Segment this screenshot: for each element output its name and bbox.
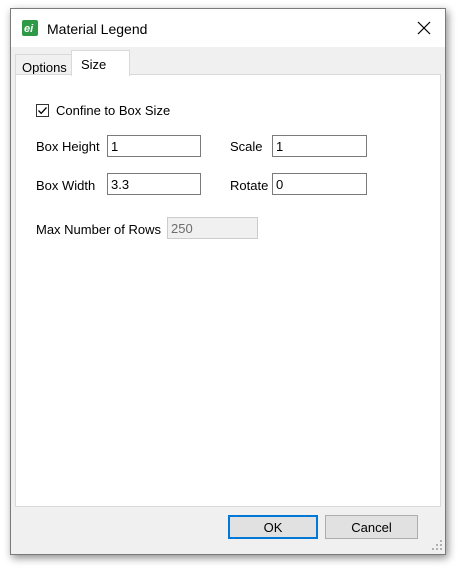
scale-label: Scale [230, 139, 263, 154]
app-logo-icon: ei [22, 20, 38, 36]
title-bar[interactable]: ei Material Legend [11, 9, 445, 47]
max-rows-label: Max Number of Rows [36, 222, 161, 237]
close-button[interactable] [403, 9, 445, 47]
checkmark-icon [38, 107, 47, 115]
max-rows-input [167, 217, 258, 239]
tab-size[interactable]: Size [71, 50, 130, 76]
rotate-label: Rotate [230, 178, 269, 193]
close-icon [417, 21, 431, 35]
svg-text:ei: ei [24, 23, 34, 35]
confine-to-box-size-checkbox[interactable] [36, 104, 49, 117]
tab-options[interactable]: Options [15, 54, 72, 75]
cancel-button[interactable]: Cancel [325, 515, 418, 539]
size-tab-panel: Confine to Box Size Box Height Scale Box… [15, 74, 441, 507]
box-width-label: Box Width [36, 178, 96, 193]
dialog-window: ei Material Legend Options Size Confine … [10, 8, 446, 555]
box-height-input[interactable] [107, 135, 201, 157]
tab-strip: Options Size [11, 47, 445, 76]
box-height-label: Box Height [36, 139, 100, 154]
resize-grip-icon[interactable] [431, 539, 443, 551]
window-title: Material Legend [47, 21, 148, 37]
confine-to-box-size-label[interactable]: Confine to Box Size [56, 103, 170, 118]
rotate-input[interactable] [272, 173, 367, 195]
box-width-input[interactable] [107, 173, 201, 195]
scale-input[interactable] [272, 135, 367, 157]
ok-button[interactable]: OK [228, 515, 318, 539]
